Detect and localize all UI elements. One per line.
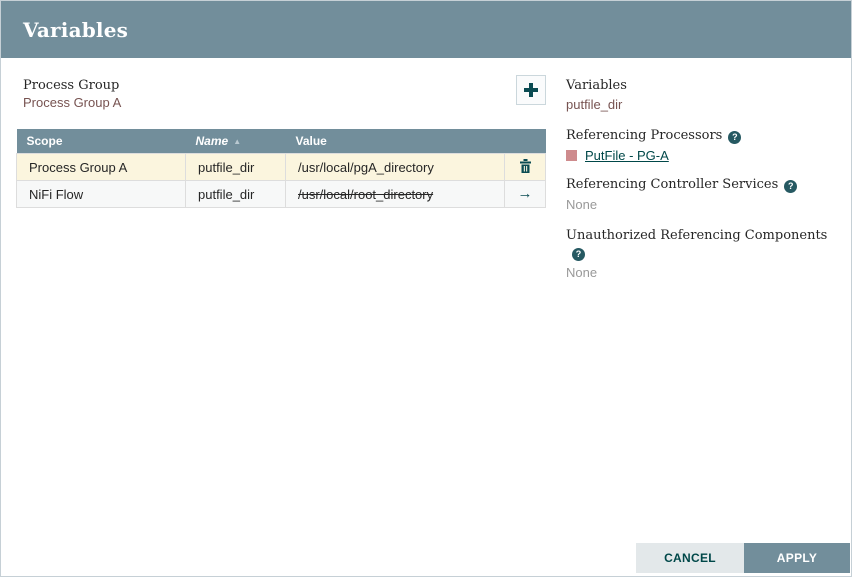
cancel-button[interactable]: CANCEL bbox=[636, 543, 744, 573]
name-cell: putfile_dir bbox=[186, 181, 286, 208]
referencing-controller-services-label: Referencing Controller Services? bbox=[566, 176, 846, 193]
name-cell: putfile_dir bbox=[186, 154, 286, 181]
help-icon[interactable]: ? bbox=[728, 131, 741, 144]
actions-cell: → bbox=[505, 181, 546, 208]
column-header-actions bbox=[505, 129, 546, 154]
actions-cell bbox=[505, 154, 546, 181]
dialog-footer: CANCEL APPLY bbox=[636, 543, 850, 573]
variables-label: Variables bbox=[566, 77, 846, 94]
processor-state-icon bbox=[566, 150, 577, 161]
selected-variable-section: Variables putfile_dir bbox=[566, 77, 846, 114]
delete-variable-button[interactable] bbox=[519, 159, 532, 173]
unauthorized-referencing-components-section: Unauthorized Referencing Components? Non… bbox=[566, 227, 846, 282]
sort-ascending-icon: ▲ bbox=[233, 137, 241, 146]
dialog-title: Variables bbox=[23, 18, 128, 42]
value-cell: /usr/local/pgA_directory bbox=[286, 154, 505, 181]
referencing-controller-services-empty: None bbox=[566, 196, 846, 214]
referencing-processor-link[interactable]: PutFile - PG-A bbox=[585, 148, 669, 163]
details-panel: Variables putfile_dir Referencing Proces… bbox=[566, 77, 846, 295]
apply-button[interactable]: APPLY bbox=[744, 543, 850, 573]
table-row[interactable]: Process Group A putfile_dir /usr/local/p… bbox=[17, 154, 546, 181]
add-variable-button[interactable] bbox=[516, 75, 546, 105]
value-cell: /usr/local/root_directory bbox=[286, 181, 505, 208]
referencing-controller-services-section: Referencing Controller Services? None bbox=[566, 176, 846, 214]
arrow-right-icon: → bbox=[518, 185, 533, 202]
trash-icon bbox=[519, 161, 532, 176]
help-icon[interactable]: ? bbox=[784, 180, 797, 193]
process-group-label: Process Group bbox=[23, 77, 121, 94]
table-row[interactable]: NiFi Flow putfile_dir /usr/local/root_di… bbox=[17, 181, 546, 208]
column-header-name[interactable]: Name▲ bbox=[186, 129, 286, 154]
dialog-header: Variables bbox=[1, 1, 851, 58]
referencing-processors-label: Referencing Processors? bbox=[566, 127, 846, 144]
scope-cell: Process Group A bbox=[17, 154, 186, 181]
goto-overriding-variable-button[interactable]: → bbox=[518, 181, 533, 207]
plus-icon bbox=[524, 83, 538, 97]
variables-table: Scope Name▲ Value Process Group A putfil… bbox=[16, 129, 546, 208]
variables-dialog: Variables Process Group Process Group A … bbox=[0, 0, 852, 577]
selected-variable-name: putfile_dir bbox=[566, 96, 846, 114]
process-group-name: Process Group A bbox=[23, 94, 121, 112]
process-group-section: Process Group Process Group A bbox=[23, 77, 121, 112]
help-icon[interactable]: ? bbox=[572, 248, 585, 261]
unauthorized-referencing-components-empty: None bbox=[566, 264, 846, 282]
scope-cell: NiFi Flow bbox=[17, 181, 186, 208]
column-header-value[interactable]: Value bbox=[286, 129, 505, 154]
unauthorized-referencing-components-label: Unauthorized Referencing Components? bbox=[566, 227, 846, 261]
referencing-processor-item: PutFile - PG-A bbox=[566, 148, 846, 163]
referencing-processors-section: Referencing Processors? PutFile - PG-A bbox=[566, 127, 846, 163]
table-header-row: Scope Name▲ Value bbox=[17, 129, 546, 154]
column-header-scope[interactable]: Scope bbox=[17, 129, 186, 154]
